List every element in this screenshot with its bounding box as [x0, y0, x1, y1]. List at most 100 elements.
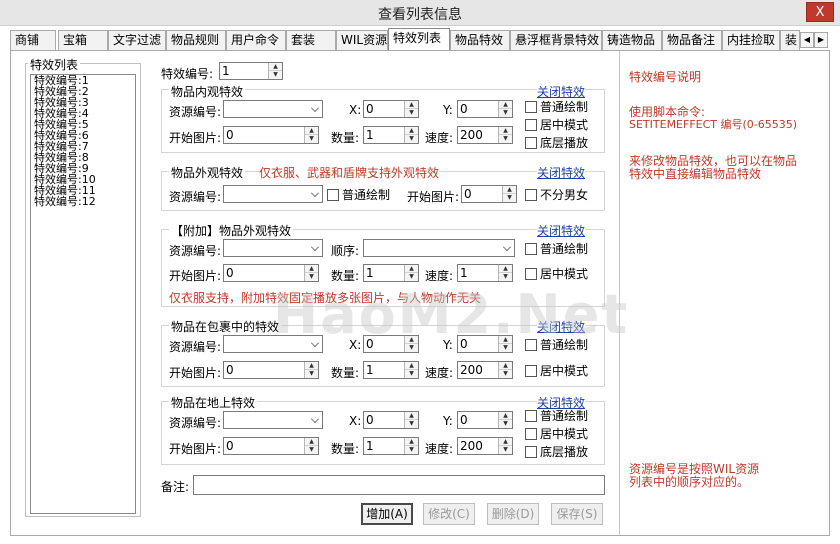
spin-up-icon[interactable]: ▲: [305, 362, 318, 370]
ground-normal-draw-checkbox[interactable]: 普通绘制: [525, 409, 588, 423]
spin-up-icon[interactable]: ▲: [405, 265, 418, 273]
memo-input[interactable]: [193, 475, 605, 495]
inner-res-select[interactable]: [223, 100, 323, 118]
spin-buttons[interactable]: ▲ ▼: [304, 438, 318, 454]
checkbox-icon[interactable]: [525, 446, 537, 458]
checkbox-icon[interactable]: [525, 119, 537, 131]
spin-down-icon[interactable]: ▼: [499, 446, 512, 454]
spin-buttons[interactable]: ▲ ▼: [498, 438, 512, 454]
ground-bottom-play-checkbox[interactable]: 底层播放: [525, 445, 588, 459]
spin-up-icon[interactable]: ▲: [405, 362, 418, 370]
spin-up-icon[interactable]: ▲: [305, 438, 318, 446]
tab-forged-items[interactable]: 铸造物品: [602, 30, 662, 50]
spin-buttons[interactable]: ▲ ▼: [498, 101, 512, 117]
close-button[interactable]: X: [806, 2, 834, 22]
outer-close-effect-link[interactable]: 关闭特效: [537, 164, 586, 181]
modify-button[interactable]: 修改(C): [423, 503, 475, 525]
spin-buttons[interactable]: ▲ ▼: [498, 265, 512, 281]
extra-close-effect-link[interactable]: 关闭特效: [537, 222, 586, 239]
bag-start-stepper[interactable]: 0 ▲ ▼: [223, 361, 319, 379]
ground-x-stepper[interactable]: 0 ▲ ▼: [363, 411, 419, 429]
ground-speed-stepper[interactable]: 200 ▲ ▼: [457, 437, 513, 455]
outer-normal-draw-checkbox[interactable]: 普通绘制: [327, 188, 390, 202]
extra-res-select[interactable]: [223, 239, 323, 257]
checkbox-icon[interactable]: [525, 268, 537, 280]
tab-item-notes[interactable]: 物品备注: [662, 30, 722, 50]
save-button[interactable]: 保存(S): [551, 503, 603, 525]
inner-count-stepper[interactable]: 1 ▲ ▼: [363, 126, 419, 144]
spin-up-icon[interactable]: ▲: [305, 127, 318, 135]
bag-speed-stepper[interactable]: 200 ▲ ▼: [457, 361, 513, 379]
inner-speed-stepper[interactable]: 200 ▲ ▼: [457, 126, 513, 144]
spin-down-icon[interactable]: ▼: [269, 71, 282, 79]
bag-x-stepper[interactable]: 0 ▲ ▼: [363, 335, 419, 353]
outer-gender-checkbox[interactable]: 不分男女: [525, 188, 588, 202]
spin-down-icon[interactable]: ▼: [405, 446, 418, 454]
checkbox-icon[interactable]: [525, 101, 537, 113]
checkbox-icon[interactable]: [525, 365, 537, 377]
tab-overflow[interactable]: 装: [780, 30, 800, 50]
spin-down-icon[interactable]: ▼: [499, 135, 512, 143]
ground-center-mode-checkbox[interactable]: 居中模式: [525, 427, 588, 441]
spin-down-icon[interactable]: ▼: [305, 273, 318, 281]
spin-up-icon[interactable]: ▲: [499, 101, 512, 109]
spin-buttons[interactable]: ▲ ▼: [498, 127, 512, 143]
spin-up-icon[interactable]: ▲: [405, 101, 418, 109]
spin-down-icon[interactable]: ▼: [499, 344, 512, 352]
bag-res-select[interactable]: [223, 335, 323, 353]
tab-wil-resources[interactable]: WIL资源: [336, 30, 388, 50]
spin-up-icon[interactable]: ▲: [269, 63, 282, 71]
spin-up-icon[interactable]: ▲: [499, 412, 512, 420]
spin-buttons[interactable]: ▲ ▼: [404, 127, 418, 143]
spin-down-icon[interactable]: ▼: [405, 420, 418, 428]
ground-start-stepper[interactable]: 0 ▲ ▼: [223, 437, 319, 455]
spin-down-icon[interactable]: ▼: [499, 273, 512, 281]
tab-scroll-right-icon[interactable]: ▶: [814, 32, 828, 48]
spin-up-icon[interactable]: ▲: [499, 336, 512, 344]
bag-close-effect-link[interactable]: 关闭特效: [537, 318, 586, 335]
tab-shop[interactable]: 商铺: [10, 30, 56, 50]
spin-buttons[interactable]: ▲ ▼: [498, 362, 512, 378]
tab-suits[interactable]: 套装: [286, 30, 336, 50]
outer-res-select[interactable]: [223, 185, 323, 203]
spin-down-icon[interactable]: ▼: [499, 109, 512, 117]
extra-center-mode-checkbox[interactable]: 居中模式: [525, 267, 588, 281]
tab-tooltip-bg-effects[interactable]: 悬浮框背景特效: [510, 30, 602, 50]
spin-buttons[interactable]: ▲ ▼: [404, 336, 418, 352]
ground-y-stepper[interactable]: 0 ▲ ▼: [457, 411, 513, 429]
add-button[interactable]: 增加(A): [361, 503, 413, 525]
effect-listbox[interactable]: 特效编号:1 特效编号:2 特效编号:3 特效编号:4 特效编号:5 特效编号:…: [30, 74, 136, 514]
inner-y-stepper[interactable]: 0 ▲ ▼: [457, 100, 513, 118]
effect-id-stepper[interactable]: 1 ▲ ▼: [219, 62, 283, 80]
checkbox-icon[interactable]: [525, 428, 537, 440]
checkbox-icon[interactable]: [525, 137, 537, 149]
spin-buttons[interactable]: ▲ ▼: [498, 412, 512, 428]
tab-scroll-left-icon[interactable]: ◀: [800, 32, 814, 48]
spin-up-icon[interactable]: ▲: [499, 265, 512, 273]
bag-normal-draw-checkbox[interactable]: 普通绘制: [525, 338, 588, 352]
checkbox-icon[interactable]: [525, 189, 537, 201]
extra-normal-draw-checkbox[interactable]: 普通绘制: [525, 242, 588, 256]
spin-down-icon[interactable]: ▼: [405, 109, 418, 117]
spin-up-icon[interactable]: ▲: [405, 127, 418, 135]
spin-down-icon[interactable]: ▼: [305, 446, 318, 454]
spin-buttons[interactable]: ▲ ▼: [404, 101, 418, 117]
outer-start-stepper[interactable]: 0 ▲ ▼: [461, 185, 517, 203]
inner-center-mode-checkbox[interactable]: 居中模式: [525, 118, 588, 132]
spin-up-icon[interactable]: ▲: [503, 186, 516, 194]
list-item[interactable]: 特效编号:12: [31, 196, 135, 207]
spin-down-icon[interactable]: ▼: [499, 370, 512, 378]
spin-up-icon[interactable]: ▲: [499, 127, 512, 135]
spin-down-icon[interactable]: ▼: [405, 273, 418, 281]
spin-down-icon[interactable]: ▼: [405, 344, 418, 352]
bag-y-stepper[interactable]: 0 ▲ ▼: [457, 335, 513, 353]
spin-down-icon[interactable]: ▼: [499, 420, 512, 428]
extra-count-stepper[interactable]: 1 ▲ ▼: [363, 264, 419, 282]
inner-bottom-play-checkbox[interactable]: 底层播放: [525, 136, 588, 150]
spin-down-icon[interactable]: ▼: [305, 135, 318, 143]
tab-item-rules[interactable]: 物品规则: [166, 30, 226, 50]
spin-buttons[interactable]: ▲ ▼: [404, 265, 418, 281]
tab-effect-list[interactable]: 特效列表: [388, 28, 450, 51]
inner-close-effect-link[interactable]: 关闭特效: [537, 83, 586, 100]
inner-normal-draw-checkbox[interactable]: 普通绘制: [525, 100, 588, 114]
